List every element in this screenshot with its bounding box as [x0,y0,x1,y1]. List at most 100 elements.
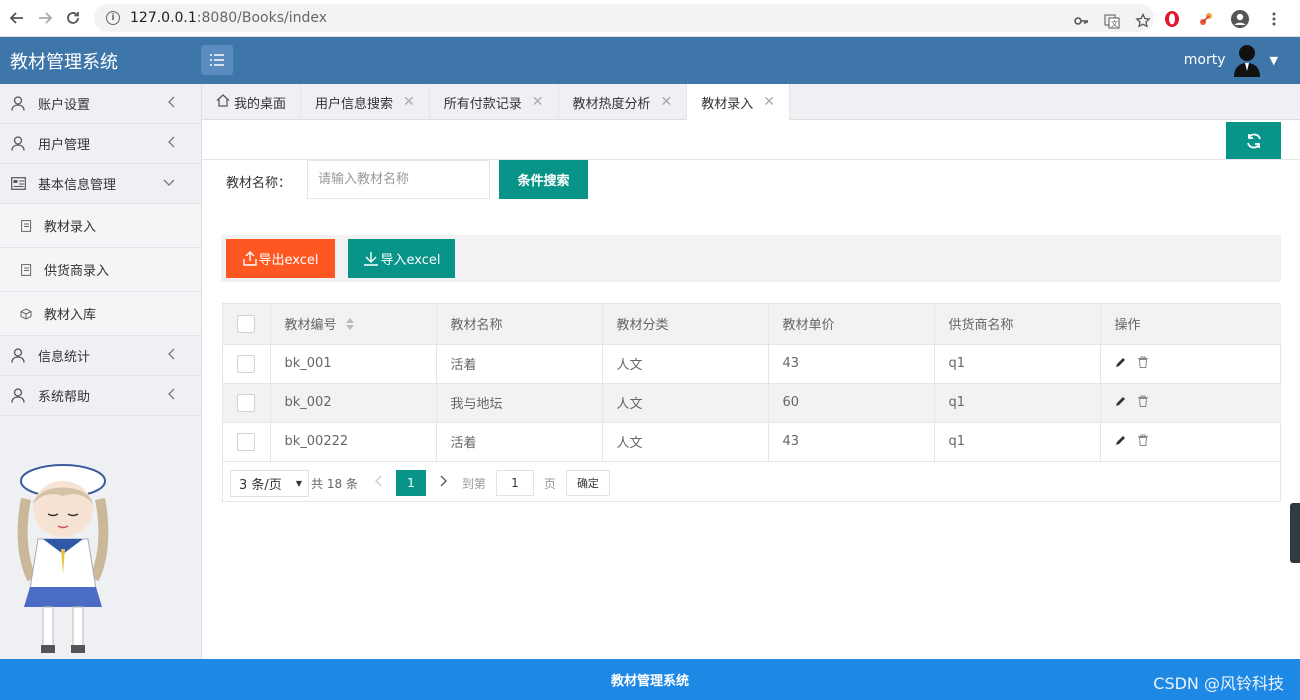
forward-arrow-icon[interactable] [34,7,56,29]
sidebar-item-help[interactable]: 系统帮助 [0,376,201,416]
delete-icon[interactable] [1137,434,1149,450]
table-cell: q1 [934,422,1101,462]
refresh-button[interactable] [1226,122,1281,159]
goto-label: 到第 [461,476,486,491]
sidebar-item-label: 系统帮助 [38,390,91,405]
table-cell: 人文 [602,422,769,462]
data-table: 教材编号 教材名称 教材分类 教材单价 供货商名称 操作 bk_001 活着 人… [222,303,1281,502]
import-excel-button[interactable]: 导入excel [348,239,455,278]
close-icon[interactable]: ✕ [403,94,415,110]
select-all-checkbox[interactable] [237,314,255,333]
more-menu-icon[interactable] [1262,7,1286,31]
opera-icon[interactable] [1160,7,1184,31]
table-cell: q1 [934,383,1101,423]
chevron-left-icon [167,348,175,363]
table-cell: 活着 [436,422,603,462]
delete-icon[interactable] [1137,356,1149,372]
page-unit-label: 页 [543,476,556,491]
table-toolbar: 导出excel 导入excel [221,235,1281,282]
close-icon[interactable]: ✕ [763,94,775,110]
edit-icon[interactable] [1115,356,1127,372]
sidebar-item-statistics[interactable]: 信息统计 [0,336,201,376]
star-icon[interactable] [1132,10,1154,32]
edit-icon[interactable] [1115,434,1127,450]
sidebar-subitem-textbook-entry[interactable]: 教材录入 [0,204,201,248]
delete-icon[interactable] [1137,395,1149,411]
search-button[interactable]: 条件搜索 [499,160,588,199]
sidebar-subitem-supplier-entry[interactable]: 供货商录入 [0,248,201,292]
tab-user-search[interactable]: 用户信息搜索 ✕ [301,84,430,120]
tab-textbook-entry[interactable]: 教材录入 ✕ [687,84,791,120]
user-menu[interactable]: morty ▼ [1184,43,1278,77]
row-checkbox[interactable] [237,393,255,412]
table-cell: 人文 [602,383,769,423]
sort-icon[interactable] [345,317,355,334]
sidebar-item-label: 基本信息管理 [38,178,117,193]
sidebar-item-account-settings[interactable]: 账户设置 [0,84,201,124]
table-cell: q1 [934,344,1101,384]
info-icon[interactable]: i [106,11,120,25]
table-row: bk_001 活着 人文 43 q1 [223,344,1281,384]
username: morty [1183,52,1226,68]
pagination: 3 条/页 ▼ 共 18 条 1 到第 1 页 确定 [223,464,1280,502]
tab-label: 教材热度分析 [572,96,651,112]
translate-icon[interactable]: 文 [1101,10,1123,32]
back-arrow-icon[interactable] [6,7,28,29]
url-text: 127.0.0.1:8080/Books/index [130,10,328,26]
user-icon [10,388,26,404]
svg-text:文: 文 [1111,19,1118,28]
import-excel-label: 导入excel [380,253,441,268]
page-size-select[interactable]: 3 条/页 ▼ [230,469,309,497]
home-icon [216,93,230,111]
table-cell: 人文 [602,344,769,384]
sidebar-subitem-label: 教材录入 [44,220,97,235]
document-icon [20,263,32,276]
edit-icon[interactable] [1115,395,1127,411]
goto-confirm-button[interactable]: 确定 [565,470,610,496]
reload-icon[interactable] [62,7,84,29]
goto-page-input[interactable]: 1 [495,470,534,496]
tab-label: 所有付款记录 [443,96,522,112]
extension-icon[interactable] [1194,7,1218,31]
document-icon [20,219,32,232]
current-page-button[interactable]: 1 [395,470,426,496]
prev-page-icon[interactable] [374,475,382,491]
next-page-icon[interactable] [440,475,448,491]
side-widget[interactable] [1290,503,1300,563]
table-cell: bk_002 [270,383,437,423]
column-header: 教材名称 [436,304,603,345]
close-icon[interactable]: ✕ [532,94,544,110]
sidebar-item-basic-info[interactable]: 基本信息管理 [0,164,201,204]
list-icon [210,54,224,66]
table-header-row: 教材编号 教材名称 教材分类 教材单价 供货商名称 操作 [223,304,1281,345]
sidebar-item-user-management[interactable]: 用户管理 [0,124,201,164]
address-bar[interactable]: i 127.0.0.1:8080/Books/index 文 [94,4,1154,32]
menu-toggle-button[interactable] [201,45,233,75]
user-icon [10,96,26,112]
browser-toolbar: i 127.0.0.1:8080/Books/index 文 [0,0,1300,37]
tab-label: 我的桌面 [234,96,287,112]
column-header[interactable]: 教材编号 [270,304,437,345]
tab-label: 用户信息搜索 [315,96,394,112]
row-actions [1100,344,1281,384]
key-icon[interactable] [1070,10,1092,32]
table-row: bk_00222 活着 人文 43 q1 [223,422,1281,462]
row-checkbox[interactable] [237,432,255,451]
search-label: 教材名称： [226,176,292,191]
close-icon[interactable]: ✕ [661,94,673,110]
cube-icon [20,307,32,320]
row-select-cell [223,383,271,423]
sidebar-subitem-textbook-stockin[interactable]: 教材入库 [0,292,201,336]
column-header: 教材单价 [768,304,935,345]
row-checkbox[interactable] [237,354,255,373]
tab-payment-records[interactable]: 所有付款记录 ✕ [430,84,559,120]
profile-icon[interactable] [1228,7,1252,31]
row-select-cell [223,344,271,384]
search-input[interactable] [307,160,490,199]
sidebar-item-label: 账户设置 [38,98,91,113]
tab-textbook-analysis[interactable]: 教材热度分析 ✕ [559,84,688,120]
row-actions [1100,383,1281,423]
export-excel-button[interactable]: 导出excel [226,239,335,278]
tab-my-desktop[interactable]: 我的桌面 [202,84,302,120]
mascot-illustration [17,464,109,653]
